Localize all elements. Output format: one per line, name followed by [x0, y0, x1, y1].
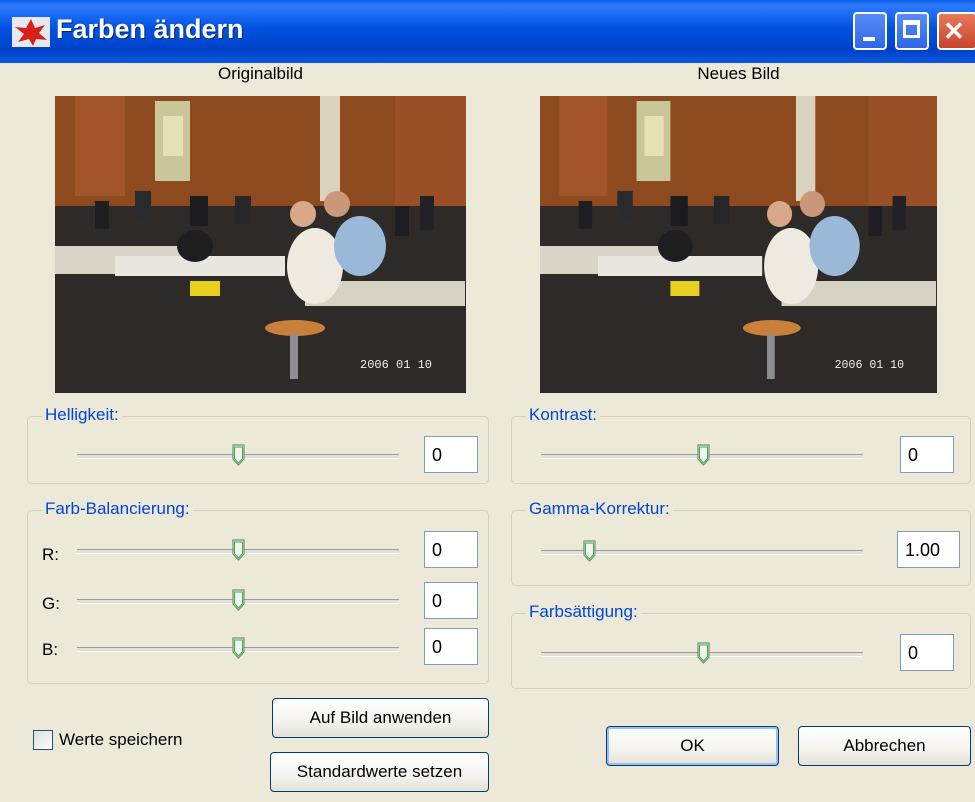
close-icon: ✕ — [943, 16, 965, 46]
minimize-icon — [863, 37, 875, 41]
apply-to-image-button[interactable]: Auf Bild anwenden — [272, 698, 489, 738]
channel-g-label: G: — [42, 594, 60, 613]
channel-r-label: R: — [42, 545, 59, 564]
gamma-value-field[interactable]: 1.00 — [897, 531, 960, 568]
channel-g-value-field[interactable]: 0 — [424, 582, 478, 619]
brightness-value-field[interactable]: 0 — [424, 436, 478, 473]
maximize-button[interactable] — [895, 12, 929, 50]
saturation-label: Farbsättigung: — [526, 602, 641, 622]
save-values-label: Werte speichern — [59, 730, 183, 749]
channel-r-value-field[interactable]: 0 — [424, 531, 478, 568]
cancel-button[interactable]: Abbrechen — [798, 726, 971, 766]
channel-g-slider-thumb[interactable] — [232, 589, 245, 611]
save-values-option[interactable]: Werte speichern — [33, 730, 182, 750]
contrast-label: Kontrast: — [526, 405, 601, 425]
color-balance-label: Farb-Balancierung: — [42, 499, 193, 519]
close-button[interactable]: ✕ — [937, 12, 975, 50]
original-image-preview — [55, 96, 466, 393]
brightness-slider-thumb[interactable] — [232, 444, 245, 466]
gamma-slider-thumb[interactable] — [583, 540, 596, 562]
channel-b-label: B: — [42, 640, 59, 659]
farben-aendern-dialog: Farben ändern ✕ Originalbild Neues Bild … — [0, 0, 975, 802]
saturation-slider-thumb[interactable] — [697, 642, 710, 664]
window-title: Farben ändern — [56, 14, 244, 44]
saturation-value-field[interactable]: 0 — [900, 634, 954, 671]
gamma-label: Gamma-Korrektur: — [526, 499, 673, 519]
contrast-value-field[interactable]: 0 — [900, 436, 954, 473]
new-image-label: Neues Bild — [697, 64, 780, 83]
brightness-group: Helligkeit: — [27, 405, 489, 484]
new-image-preview — [540, 96, 937, 393]
minimize-button[interactable] — [853, 12, 887, 50]
app-icon — [12, 17, 50, 47]
original-image-label: Originalbild — [217, 64, 304, 83]
color-balance-group: Farb-Balancierung: — [27, 499, 489, 684]
channel-b-slider-thumb[interactable] — [232, 637, 245, 659]
channel-r-slider-thumb[interactable] — [232, 539, 245, 561]
ok-button[interactable]: OK — [606, 726, 779, 766]
channel-b-value-field[interactable]: 0 — [424, 628, 478, 665]
maximize-icon — [903, 20, 920, 38]
contrast-slider-thumb[interactable] — [697, 444, 710, 466]
set-defaults-button[interactable]: Standardwerte setzen — [270, 752, 489, 792]
title-bar[interactable]: Farben ändern ✕ — [0, 0, 975, 63]
brightness-label: Helligkeit: — [42, 405, 122, 425]
save-values-checkbox[interactable] — [33, 730, 53, 750]
